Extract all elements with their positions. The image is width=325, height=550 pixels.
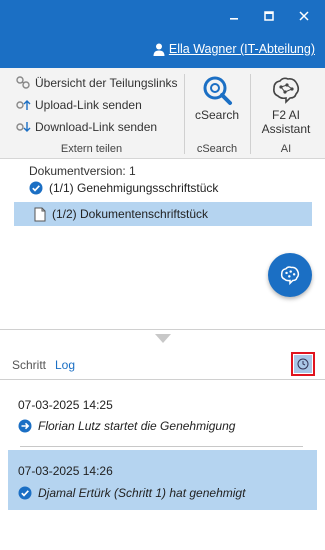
document-item-label: (1/2) Dokumentenschriftstück	[52, 207, 209, 221]
history-button[interactable]	[291, 352, 315, 376]
upload-link-button[interactable]: Upload-Link senden	[16, 98, 142, 112]
minimize-icon	[230, 18, 238, 20]
csearch-label: cSearch	[194, 108, 240, 122]
log-message-row: Florian Lutz startet die Genehmigung	[18, 419, 235, 433]
ai-assistant-fab[interactable]	[268, 253, 312, 297]
ribbon: Übersicht der Teilungslinks Upload-Link …	[0, 68, 325, 159]
check-circle-icon	[18, 486, 32, 500]
approved-check-icon	[29, 181, 43, 195]
title-bar: Ella Wagner (IT-Abteilung)	[0, 0, 325, 68]
document-panel: Dokumentversion: 1 (1/1) Genehmigungssch…	[0, 159, 325, 329]
splitter-arrow-icon[interactable]	[155, 334, 171, 343]
upload-link-label: Upload-Link senden	[35, 98, 142, 112]
tab-log[interactable]: Log	[55, 358, 75, 372]
group-label-ai: AI	[280, 143, 292, 155]
brain-icon	[280, 266, 300, 286]
group-csearch: cSearch cSearch	[185, 68, 249, 159]
document-icon	[34, 207, 46, 221]
ai-assistant-label-line2: Assistant	[261, 122, 311, 136]
document-version-label: Dokumentversion: 1	[29, 164, 136, 178]
document-item-label: (1/1) Genehmigungsschriftstück	[49, 181, 219, 195]
log-message: Djamal Ertürk (Schritt 1) hat genehmigt	[38, 486, 246, 500]
panel-splitter[interactable]	[0, 329, 325, 330]
maximize-button[interactable]	[257, 6, 281, 26]
history-button-inner	[294, 355, 312, 373]
group-extern-teilen: Übersicht der Teilungslinks Upload-Link …	[0, 68, 183, 159]
close-button[interactable]	[292, 6, 316, 26]
arrow-right-circle-icon	[18, 419, 32, 433]
log-divider	[20, 446, 303, 447]
download-link-button[interactable]: Download-Link senden	[16, 120, 157, 134]
upload-link-icon	[16, 100, 31, 110]
maximize-icon	[264, 11, 274, 21]
group-label-extern: Extern teilen	[60, 143, 123, 155]
log-entry-selected[interactable]: 07-03-2025 14:26 Djamal Ertürk (Schritt …	[8, 450, 317, 510]
close-icon	[299, 11, 309, 21]
tab-bar: Schritt Log	[0, 350, 325, 380]
log-timestamp: 07-03-2025 14:26	[18, 464, 113, 478]
document-item-selected[interactable]: (1/2) Dokumentenschriftstück	[14, 202, 312, 226]
user-name: Ella Wagner (IT-Abteilung)	[168, 42, 315, 56]
brain-icon	[273, 77, 300, 104]
user-icon	[153, 43, 165, 56]
user-menu[interactable]: Ella Wagner (IT-Abteilung)	[153, 42, 315, 56]
clock-icon	[297, 358, 309, 370]
group-ai: F2 AI Assistant AI	[251, 68, 321, 159]
document-item[interactable]: (1/1) Genehmigungsschriftstück	[29, 181, 218, 195]
log-message: Florian Lutz startet die Genehmigung	[38, 419, 236, 433]
ai-assistant-label-line1: F2 AI	[271, 108, 300, 122]
share-overview-label: Übersicht der Teilungslinks	[35, 76, 178, 90]
group-label-csearch: cSearch	[196, 143, 238, 155]
csearch-button[interactable]: cSearch	[185, 74, 249, 122]
ai-assistant-button[interactable]: F2 AI Assistant	[251, 74, 321, 136]
minimize-button[interactable]	[222, 6, 246, 26]
csearch-icon	[203, 76, 232, 105]
log-message-row: Djamal Ertürk (Schritt 1) hat genehmigt	[18, 486, 245, 500]
log-timestamp: 07-03-2025 14:25	[18, 398, 113, 412]
tab-schritt[interactable]: Schritt	[12, 358, 46, 372]
share-links-icon	[16, 76, 30, 89]
log-entry[interactable]: 07-03-2025 14:25 Florian Lutz startet di…	[8, 390, 317, 442]
download-link-icon	[16, 122, 31, 132]
download-link-label: Download-Link senden	[35, 120, 158, 134]
share-overview-button[interactable]: Übersicht der Teilungslinks	[16, 76, 178, 90]
